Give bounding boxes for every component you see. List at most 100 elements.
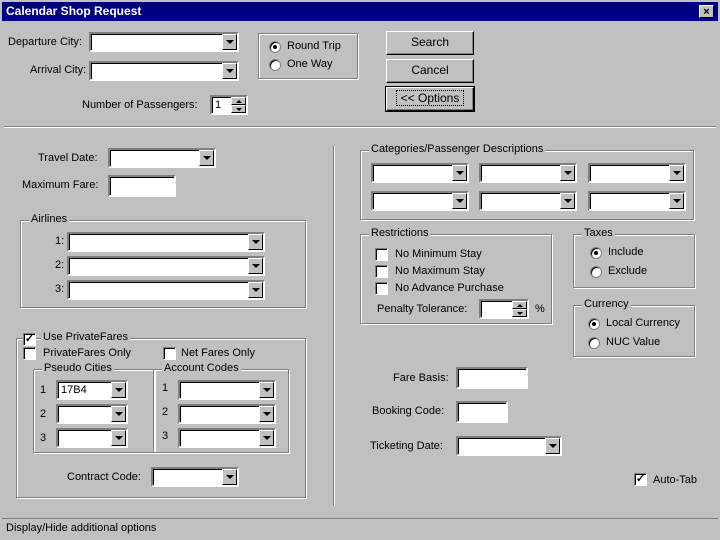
arrival-city-label: Arrival City: <box>30 64 87 76</box>
account-codes-group: Account Codes 1 2 3 <box>153 362 289 453</box>
taxes-title: Taxes <box>582 227 615 239</box>
currency-group: Currency Local Currency NUC Value <box>573 298 695 357</box>
category-combo-5[interactable] <box>479 191 577 211</box>
chevron-down-icon[interactable] <box>560 165 575 181</box>
account-code-2-combo[interactable] <box>178 404 276 424</box>
spin-down-icon[interactable] <box>231 105 246 113</box>
departure-city-combo[interactable] <box>89 32 239 52</box>
account-code-1-combo[interactable] <box>178 380 276 400</box>
close-icon[interactable]: × <box>699 5 714 18</box>
net-fares-only-checkbox[interactable] <box>163 347 176 360</box>
no-min-stay-checkbox[interactable] <box>375 248 388 261</box>
chevron-down-icon[interactable] <box>259 382 274 398</box>
chevron-down-icon[interactable] <box>199 150 214 166</box>
pseudo-3-label: 3 <box>40 432 47 444</box>
search-button[interactable]: Search <box>386 31 474 55</box>
chevron-down-icon[interactable] <box>222 469 237 485</box>
options-button[interactable]: << Options <box>385 86 475 112</box>
departure-city-label: Departure City: <box>8 36 82 48</box>
chevron-down-icon[interactable] <box>669 165 684 181</box>
chevron-down-icon[interactable] <box>248 282 263 298</box>
chevron-down-icon[interactable] <box>111 406 126 422</box>
taxes-exclude-radio[interactable] <box>590 266 602 278</box>
arrival-city-combo[interactable] <box>89 61 239 81</box>
chevron-down-icon[interactable] <box>248 258 263 274</box>
chevron-down-icon[interactable] <box>452 193 467 209</box>
currency-nuc-label: NUC Value <box>606 336 661 348</box>
taxes-group: Taxes Include Exclude <box>573 227 695 288</box>
categories-title: Categories/Passenger Descriptions <box>369 143 546 155</box>
one-way-label: One Way <box>287 58 333 70</box>
private-fares-only-label: PrivateFares Only <box>43 347 132 359</box>
no-min-stay-label: No Minimum Stay <box>395 248 482 260</box>
one-way-radio[interactable] <box>269 59 281 71</box>
passengers-stepper[interactable]: 1 <box>210 95 248 115</box>
category-combo-4[interactable] <box>371 191 469 211</box>
private-fares-only-checkbox[interactable] <box>23 347 36 360</box>
no-advance-purchase-checkbox[interactable] <box>375 282 388 295</box>
chevron-down-icon[interactable] <box>259 406 274 422</box>
pseudo-city-1-combo[interactable]: 17B4 <box>56 380 128 400</box>
chevron-down-icon[interactable] <box>669 193 684 209</box>
chevron-down-icon[interactable] <box>111 430 126 446</box>
contract-code-label: Contract Code: <box>67 471 141 483</box>
passengers-label: Number of Passengers: <box>82 99 198 111</box>
category-combo-1[interactable] <box>371 163 469 183</box>
status-bar: Display/Hide additional options <box>2 518 718 538</box>
no-max-stay-checkbox[interactable] <box>375 265 388 278</box>
chevron-down-icon[interactable] <box>452 165 467 181</box>
airline-2-combo[interactable] <box>67 256 265 276</box>
currency-local-radio[interactable] <box>588 318 600 330</box>
category-combo-3[interactable] <box>588 163 686 183</box>
airline-3-combo[interactable] <box>67 280 265 300</box>
spin-up-icon[interactable] <box>231 97 246 105</box>
pseudo-1-label: 1 <box>40 384 47 396</box>
max-fare-label: Maximum Fare: <box>22 179 99 191</box>
spin-down-icon[interactable] <box>512 309 527 317</box>
title-bar: Calendar Shop Request × <box>2 2 718 21</box>
booking-code-input[interactable] <box>456 401 508 423</box>
chevron-down-icon[interactable] <box>560 193 575 209</box>
chevron-down-icon[interactable] <box>248 234 263 250</box>
passengers-value: 1 <box>215 99 222 111</box>
chevron-down-icon[interactable] <box>222 34 237 50</box>
no-max-stay-label: No Maximum Stay <box>395 265 485 277</box>
contract-code-combo[interactable] <box>151 467 239 487</box>
taxes-include-label: Include <box>608 246 644 258</box>
currency-title: Currency <box>582 298 631 310</box>
max-fare-input[interactable] <box>108 175 176 197</box>
spin-up-icon[interactable] <box>512 301 527 309</box>
auto-tab-checkbox[interactable]: ✓ <box>634 473 647 486</box>
airline-2-label: 2: <box>55 259 65 271</box>
taxes-include-radio[interactable] <box>590 247 602 259</box>
airline-3-label: 3: <box>55 283 65 295</box>
currency-nuc-radio[interactable] <box>588 337 600 349</box>
pseudo-2-label: 2 <box>40 408 47 420</box>
restrictions-group: Restrictions No Minimum Stay No Maximum … <box>360 227 552 324</box>
travel-date-label: Travel Date: <box>38 152 98 164</box>
account-code-3-combo[interactable] <box>178 428 276 448</box>
use-private-fares-checkbox[interactable]: ✓ <box>23 333 36 346</box>
pseudo-cities-title: Pseudo Cities <box>42 362 114 374</box>
category-combo-2[interactable] <box>479 163 577 183</box>
chevron-down-icon[interactable] <box>259 430 274 446</box>
account-3-label: 3 <box>162 430 169 442</box>
auto-tab-label: Auto-Tab <box>653 474 698 486</box>
pseudo-city-3-combo[interactable] <box>56 428 128 448</box>
chevron-down-icon[interactable] <box>222 63 237 79</box>
chevron-down-icon[interactable] <box>111 382 126 398</box>
account-codes-title: Account Codes <box>162 362 241 374</box>
airline-1-combo[interactable] <box>67 232 265 252</box>
no-advance-purchase-label: No Advance Purchase <box>395 282 504 294</box>
cancel-button[interactable]: Cancel <box>386 59 474 83</box>
category-combo-6[interactable] <box>588 191 686 211</box>
chevron-down-icon[interactable] <box>545 438 560 454</box>
round-trip-radio[interactable] <box>269 41 281 53</box>
penalty-tolerance-stepper[interactable] <box>479 299 529 319</box>
travel-date-combo[interactable] <box>108 148 216 168</box>
ticketing-date-combo[interactable] <box>456 436 562 456</box>
airline-1-label: 1: <box>55 235 65 247</box>
categories-group: Categories/Passenger Descriptions <box>360 143 694 220</box>
fare-basis-input[interactable] <box>456 367 528 389</box>
pseudo-city-2-combo[interactable] <box>56 404 128 424</box>
